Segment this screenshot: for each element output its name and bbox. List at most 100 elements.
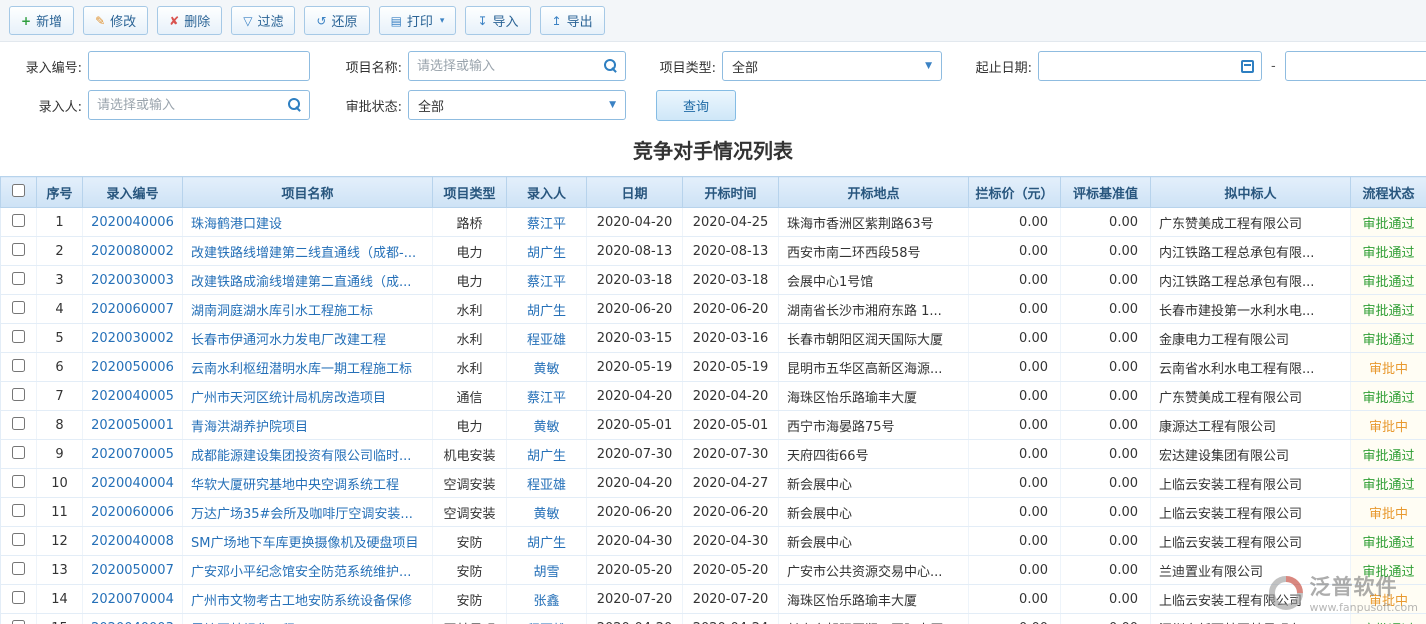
project-name-link[interactable]: 改建铁路成渝线增建第二直通线（成... (191, 275, 411, 290)
entry-no-link[interactable]: 2020040008 (91, 534, 174, 549)
entry-no-link[interactable]: 2020070004 (91, 592, 174, 607)
toolbar-button-import[interactable]: ↧导入 (465, 6, 530, 35)
entry-person-link-cell[interactable]: 胡广生 (507, 527, 587, 556)
project-name-field (408, 51, 626, 81)
query-button[interactable]: 查询 (656, 90, 736, 121)
entry-no-link[interactable]: 2020050007 (91, 563, 174, 578)
toolbar-button-filter[interactable]: ▽过滤 (231, 6, 295, 35)
project-name-link[interactable]: 云南水利枢纽潜明水库一期工程施工标 (191, 362, 412, 377)
filter-icon: ▽ (243, 15, 252, 27)
approval-status-select[interactable]: 全部 ▼ (408, 90, 626, 120)
toolbar-button-delete[interactable]: ✘删除 (157, 6, 222, 35)
row-checkbox[interactable] (12, 475, 25, 488)
row-checkbox[interactable] (12, 272, 25, 285)
date-from-picker-button[interactable] (1233, 52, 1261, 80)
toolbar-button-edit[interactable]: ✎修改 (83, 6, 148, 35)
project-name-link[interactable]: 青海洪湖养护院项目 (191, 420, 308, 435)
row-checkbox[interactable] (12, 446, 25, 459)
row-checkbox[interactable] (12, 243, 25, 256)
entry-no-link-cell: 2020030002 (83, 324, 183, 353)
select-all-checkbox[interactable] (12, 184, 25, 197)
entry-person-link-cell[interactable]: 胡广生 (507, 440, 587, 469)
entry-no-link[interactable]: 2020060006 (91, 505, 174, 520)
entry-no-link[interactable]: 2020040006 (91, 215, 174, 230)
toolbar-button-label: 打印 (407, 11, 433, 30)
base-value-cell: 0.00 (1061, 382, 1151, 411)
project-name-link[interactable]: 万达广场35#会所及咖啡厅空调安装... (191, 507, 413, 522)
date-to-input[interactable] (1286, 52, 1426, 80)
date-from-input[interactable] (1039, 52, 1233, 80)
entry-person-link-cell[interactable]: 程亚雄 (507, 324, 587, 353)
project-name-link-cell: 广安邓小平纪念馆安全防范系统维护... (183, 556, 433, 585)
entry-person-link-cell[interactable]: 程亚雄 (507, 614, 587, 624)
entry-person-link-cell[interactable]: 蔡江平 (507, 382, 587, 411)
project-type-select[interactable]: 全部 ▼ (722, 51, 942, 81)
row-checkbox[interactable] (12, 301, 25, 314)
entry-no-link[interactable]: 2020030003 (91, 273, 174, 288)
project-name-link[interactable]: 改建铁路线增建第二线直通线（成都-... (191, 246, 416, 261)
toolbar-button-print[interactable]: ▤打印▾ (379, 6, 457, 35)
row-checkbox[interactable] (12, 214, 25, 227)
row-checkbox[interactable] (12, 504, 25, 517)
row-number-cell: 4 (37, 295, 83, 324)
row-checkbox[interactable] (12, 359, 25, 372)
toolbar-button-restore[interactable]: ↺还原 (304, 6, 369, 35)
entry-no-link[interactable]: 2020050006 (91, 360, 174, 375)
entry-person-link-cell[interactable]: 胡雪 (507, 556, 587, 585)
project-name-link-cell: 晟铭园林绿化工程 (183, 614, 433, 624)
bid-open-place-cell: 长春市朝阳区润天国际大厦 (779, 324, 969, 353)
row-checkbox[interactable] (12, 533, 25, 546)
project-name-search-button[interactable] (597, 52, 625, 80)
row-checkbox[interactable] (12, 330, 25, 343)
project-name-link[interactable]: 广安邓小平纪念馆安全防范系统维护... (191, 565, 411, 580)
entry-no-input[interactable] (89, 52, 309, 80)
project-name-link[interactable]: 广州市天河区统计局机房改造项目 (191, 391, 386, 406)
project-name-label: 项目名称: (310, 57, 408, 76)
proposed-winner-cell: 兰迪置业有限公司 (1151, 556, 1351, 585)
project-name-input[interactable] (409, 52, 597, 80)
entry-person-input[interactable] (89, 91, 281, 119)
column-header-1: 录入编号 (83, 177, 183, 208)
entry-person-search-button[interactable] (281, 91, 309, 119)
row-checkbox[interactable] (12, 388, 25, 401)
entry-person-link-cell[interactable]: 张鑫 (507, 585, 587, 614)
project-name-link[interactable]: 华软大厦研究基地中央空调系统工程 (191, 478, 399, 493)
project-type-cell: 园林景观 (433, 614, 507, 624)
entry-no-link-cell: 2020050007 (83, 556, 183, 585)
bid-open-place-cell: 广安市公共资源交易中心... (779, 556, 969, 585)
ceiling-price-cell: 0.00 (969, 324, 1061, 353)
project-name-link[interactable]: SM广场地下车库更换摄像机及硬盘项目 (191, 536, 418, 551)
row-checkbox[interactable] (12, 591, 25, 604)
entry-person-link-cell[interactable]: 胡广生 (507, 237, 587, 266)
toolbar-button-label: 删除 (184, 11, 210, 30)
project-name-link[interactable]: 成都能源建设集团投资有限公司临时... (191, 449, 411, 464)
entry-no-link[interactable]: 2020040005 (91, 389, 174, 404)
entry-person-link-cell[interactable]: 黄敏 (507, 353, 587, 382)
header-checkbox-cell (1, 177, 37, 208)
entry-no-link[interactable]: 2020080002 (91, 244, 174, 259)
entry-person-link-cell[interactable]: 黄敏 (507, 498, 587, 527)
row-checkbox[interactable] (12, 620, 25, 624)
entry-person-link-cell[interactable]: 程亚雄 (507, 469, 587, 498)
row-checkbox[interactable] (12, 562, 25, 575)
entry-no-link[interactable]: 2020040003 (91, 621, 174, 624)
project-name-link[interactable]: 珠海鹤港口建设 (191, 217, 282, 232)
entry-no-link[interactable]: 2020070005 (91, 447, 174, 462)
row-checkbox[interactable] (12, 417, 25, 430)
entry-person-link-cell[interactable]: 蔡江平 (507, 266, 587, 295)
entry-no-link-cell: 2020040006 (83, 208, 183, 237)
row-checkbox-cell (1, 498, 37, 527)
project-name-link[interactable]: 广州市文物考古工地安防系统设备保修 (191, 594, 412, 609)
entry-no-link[interactable]: 2020030002 (91, 331, 174, 346)
entry-person-link-cell[interactable]: 蔡江平 (507, 208, 587, 237)
process-status-cell: 审批中 (1351, 585, 1426, 614)
project-name-link[interactable]: 长春市伊通河水力发电厂改建工程 (191, 333, 386, 348)
toolbar-button-export[interactable]: ↥导出 (540, 6, 605, 35)
entry-no-link[interactable]: 2020050001 (91, 418, 174, 433)
entry-no-link[interactable]: 2020040004 (91, 476, 174, 491)
toolbar-button-add[interactable]: +新增 (9, 6, 74, 35)
entry-no-link[interactable]: 2020060007 (91, 302, 174, 317)
entry-person-link-cell[interactable]: 胡广生 (507, 295, 587, 324)
project-name-link[interactable]: 湖南洞庭湖水库引水工程施工标 (191, 304, 373, 319)
entry-person-link-cell[interactable]: 黄敏 (507, 411, 587, 440)
